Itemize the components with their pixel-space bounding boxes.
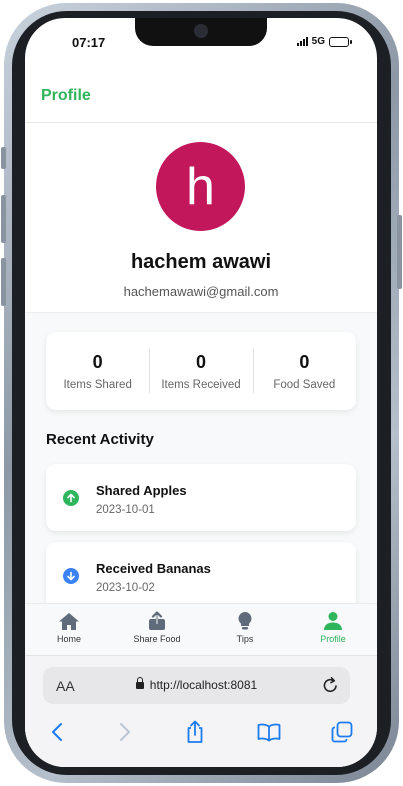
browser-nav-row bbox=[25, 718, 377, 748]
profile-section: h hachem awawi hachemawawi@gmail.com bbox=[25, 123, 377, 313]
front-camera bbox=[194, 24, 208, 38]
bookmarks-icon[interactable] bbox=[255, 718, 283, 746]
tab-share-food[interactable]: Share Food bbox=[113, 604, 201, 655]
status-time: 07:17 bbox=[72, 35, 106, 50]
reload-icon[interactable] bbox=[322, 676, 339, 699]
tab-home[interactable]: Home bbox=[25, 604, 113, 655]
stat-items-received: 0 Items Received bbox=[149, 332, 252, 410]
browser-toolbar: AA http://localhost:8081 bbox=[25, 655, 377, 767]
battery-icon bbox=[329, 36, 352, 47]
volume-down-button bbox=[1, 258, 6, 306]
profile-email: hachemawawi@gmail.com bbox=[123, 284, 279, 299]
status-bar: 07:17 5G bbox=[25, 18, 377, 66]
tab-profile[interactable]: Profile bbox=[289, 604, 377, 655]
content-area: 0 Items Shared 0 Items Received 0 Food S… bbox=[25, 313, 377, 609]
silent-switch bbox=[1, 147, 6, 169]
tab-label: Profile bbox=[320, 634, 346, 644]
activity-date: 2023-10-01 bbox=[96, 504, 155, 516]
tab-label: Tips bbox=[236, 634, 254, 644]
avatar-initial: h bbox=[186, 157, 215, 216]
stat-label: Items Received bbox=[161, 378, 241, 391]
network-label: 5G bbox=[311, 36, 325, 47]
back-icon[interactable] bbox=[43, 718, 71, 746]
phone-screen: 07:17 5G Profile h hachem awawi hachemaw… bbox=[25, 18, 377, 767]
activity-item[interactable]: Shared Apples 2023-10-01 bbox=[46, 464, 356, 531]
share-icon[interactable] bbox=[181, 718, 209, 746]
stat-label: Items Shared bbox=[63, 378, 132, 391]
address-bar[interactable]: AA http://localhost:8081 bbox=[43, 667, 350, 704]
power-button bbox=[397, 215, 402, 289]
activity-title: Shared Apples bbox=[96, 483, 187, 498]
url-display[interactable]: http://localhost:8081 bbox=[43, 677, 350, 692]
stat-value: 0 bbox=[195, 351, 206, 372]
avatar: h bbox=[156, 142, 245, 231]
status-indicators: 5G bbox=[296, 36, 352, 47]
tab-label: Share Food bbox=[133, 634, 181, 644]
volume-up-button bbox=[1, 195, 6, 243]
stat-value: 0 bbox=[299, 351, 310, 372]
arrow-down-circle-icon bbox=[63, 568, 79, 584]
page-title: Profile bbox=[41, 87, 91, 104]
lock-icon bbox=[135, 677, 144, 689]
activity-date: 2023-10-02 bbox=[96, 582, 155, 594]
activity-item[interactable]: Received Bananas 2023-10-02 bbox=[46, 542, 356, 609]
activity-title: Received Bananas bbox=[96, 561, 211, 576]
stat-value: 0 bbox=[92, 351, 103, 372]
stat-food-saved: 0 Food Saved bbox=[252, 332, 356, 410]
home-icon bbox=[58, 611, 80, 631]
app-header: Profile bbox=[25, 66, 377, 123]
signal-icon bbox=[296, 37, 308, 46]
lightbulb-icon bbox=[237, 611, 253, 631]
person-icon bbox=[323, 611, 343, 631]
arrow-up-circle-icon bbox=[63, 490, 79, 506]
stat-items-shared: 0 Items Shared bbox=[46, 332, 149, 410]
profile-name: hachem awawi bbox=[130, 251, 272, 273]
bottom-tab-bar: Home Share Food Tips Profile bbox=[25, 603, 377, 655]
url-text: http://localhost:8081 bbox=[149, 678, 258, 692]
tab-label: Home bbox=[56, 634, 81, 644]
stats-card: 0 Items Shared 0 Items Received 0 Food S… bbox=[46, 332, 356, 410]
notch bbox=[135, 18, 267, 46]
tab-tips[interactable]: Tips bbox=[201, 604, 289, 655]
tabs-icon[interactable] bbox=[328, 718, 356, 746]
forward-icon[interactable] bbox=[111, 718, 139, 746]
stat-label: Food Saved bbox=[273, 378, 336, 391]
share-icon bbox=[148, 611, 166, 631]
recent-activity-title: Recent Activity bbox=[46, 431, 154, 448]
